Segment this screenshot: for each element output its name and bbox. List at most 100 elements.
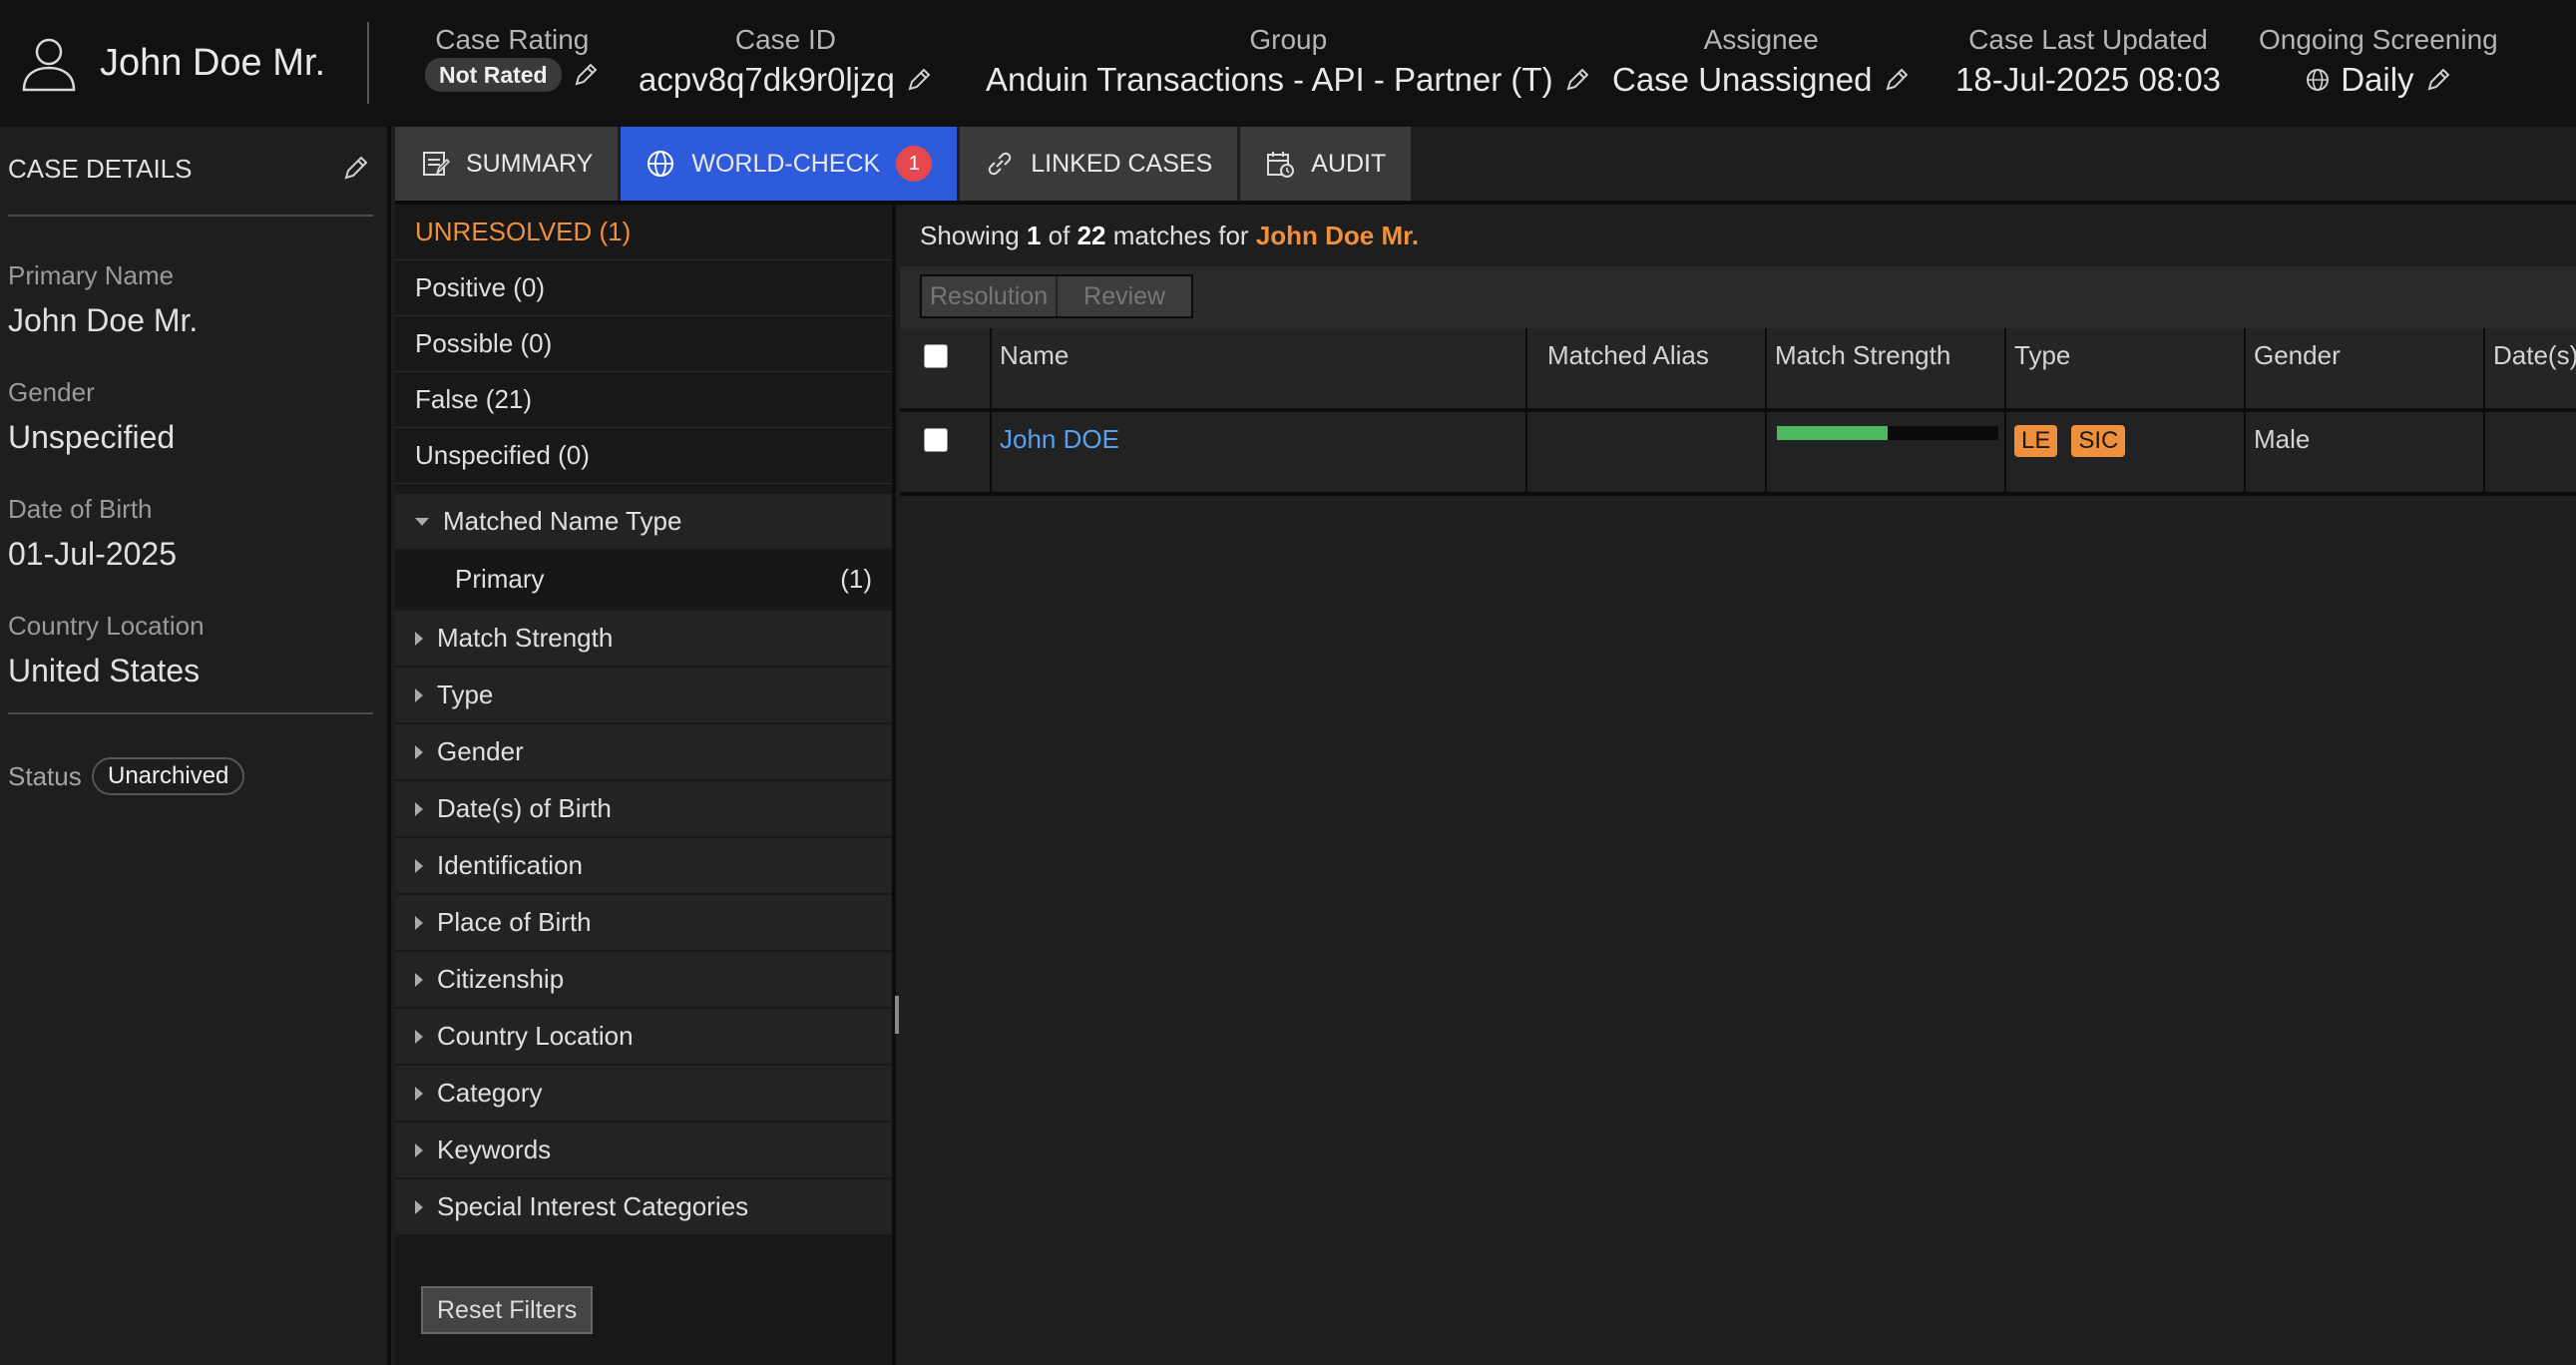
- results-summary: Showing 1 of 22 matches for John Doe Mr.: [920, 221, 1419, 251]
- group: Group Anduin Transactions - API - Partne…: [986, 22, 1591, 102]
- cell-dob: [2485, 412, 2576, 492]
- filter-group-special-interest[interactable]: Special Interest Categories: [395, 1179, 892, 1236]
- tab-summary[interactable]: SUMMARY: [395, 127, 619, 201]
- filter-group-citizenship[interactable]: Citizenship: [395, 952, 892, 1009]
- match-strength-fill: [1777, 426, 1888, 440]
- filter-group-dob[interactable]: Date(s) of Birth: [395, 781, 892, 838]
- filter-group-label: Identification: [437, 850, 583, 880]
- country-label: Country Location: [8, 611, 205, 641]
- resolution-button[interactable]: Resolution: [922, 276, 1057, 316]
- unresolved-count-badge: 1: [896, 146, 933, 182]
- filter-group-label: Keywords: [437, 1135, 552, 1164]
- cell-match-strength: [1767, 412, 2006, 492]
- assignee: Assignee Case Unassigned: [1612, 22, 1911, 102]
- filter-option-primary[interactable]: Primary (1): [395, 551, 892, 607]
- cell-type: LE SIC: [2006, 412, 2246, 492]
- filter-status-unresolved[interactable]: UNRESOLVED (1): [395, 205, 892, 260]
- pencil-icon[interactable]: [2424, 66, 2452, 94]
- filter-group-label: Gender: [437, 736, 524, 766]
- filter-status-positive[interactable]: Positive (0): [395, 260, 892, 316]
- subject-name: John Doe Mr.: [100, 41, 325, 84]
- tab-linked-cases-label: LINKED CASES: [1031, 149, 1213, 178]
- globe-icon: [2307, 69, 2330, 91]
- screening-label: Ongoing Screening: [2259, 24, 2498, 55]
- column-name[interactable]: Name: [992, 328, 1527, 408]
- filter-group-place-of-birth[interactable]: Place of Birth: [395, 895, 892, 952]
- cell-matched-alias: [1527, 412, 1767, 492]
- case-rating: Case Rating Not Rated: [425, 22, 600, 92]
- pencil-icon[interactable]: [1563, 66, 1591, 94]
- filter-status-false[interactable]: False (21): [395, 372, 892, 428]
- filter-group-label: Citizenship: [437, 964, 565, 994]
- filter-status-possible[interactable]: Possible (0): [395, 316, 892, 372]
- case-rating-label: Case Rating: [435, 24, 590, 55]
- divider: [8, 215, 373, 217]
- review-button[interactable]: Review: [1056, 276, 1192, 316]
- filter-option-label: Primary: [455, 563, 545, 594]
- column-dob[interactable]: Date(s): [2485, 328, 2576, 408]
- chevron-right-icon: [415, 801, 423, 816]
- chevron-down-icon: [415, 517, 429, 526]
- person-icon: [22, 38, 76, 92]
- pencil-icon[interactable]: [572, 61, 600, 89]
- status-label: Status: [8, 761, 82, 791]
- chevron-right-icon: [415, 972, 423, 987]
- case-subject: John Doe Mr.: [18, 32, 325, 94]
- tab-world-check[interactable]: WORLD-CHECK 1: [621, 127, 958, 201]
- filter-option-count: (1): [840, 563, 872, 594]
- filter-status-unspecified[interactable]: Unspecified (0): [395, 428, 892, 484]
- primary-name-value: John Doe Mr.: [8, 302, 199, 338]
- filter-group-label: Type: [437, 680, 494, 709]
- chevron-right-icon: [415, 1199, 423, 1214]
- filter-group-match-strength[interactable]: Match Strength: [395, 611, 892, 668]
- column-match-strength[interactable]: Match Strength: [1767, 328, 2006, 408]
- table-header: Name Matched Alias Match Strength Type G…: [900, 328, 2576, 412]
- tab-audit-label: AUDIT: [1311, 149, 1387, 178]
- match-strength-bar: [1777, 426, 1998, 440]
- row-checkbox[interactable]: [924, 428, 948, 452]
- gender-value: Unspecified: [8, 419, 176, 455]
- column-matched-alias[interactable]: Matched Alias: [1527, 328, 1767, 408]
- filter-group-country-location[interactable]: Country Location: [395, 1009, 892, 1066]
- case-last-updated: Case Last Updated 18-Jul-2025 08:03: [1955, 22, 2221, 102]
- filter-group-identification[interactable]: Identification: [395, 838, 892, 895]
- select-all-checkbox[interactable]: [924, 344, 948, 368]
- filter-group-gender[interactable]: Gender: [395, 724, 892, 781]
- dob-label: Date of Birth: [8, 494, 153, 524]
- audit-icon: [1267, 152, 1295, 178]
- country-value: United States: [8, 653, 201, 688]
- filter-group-label: Place of Birth: [437, 907, 592, 937]
- summary-total: 22: [1076, 221, 1106, 250]
- reset-filters-button[interactable]: Reset Filters: [421, 1286, 594, 1334]
- panel-resize-handle[interactable]: [895, 996, 899, 1034]
- filter-group-type[interactable]: Type: [395, 668, 892, 724]
- filter-group-label: Category: [437, 1078, 543, 1108]
- divider: [8, 712, 373, 714]
- type-tag-le: LE: [2014, 425, 2058, 457]
- cell-gender: Male: [2246, 412, 2485, 492]
- assignee-value: Case Unassigned: [1612, 61, 1873, 98]
- column-type[interactable]: Type: [2006, 328, 2246, 408]
- tab-linked-cases[interactable]: LINKED CASES: [960, 127, 1238, 201]
- summary-text: matches for: [1112, 221, 1249, 250]
- table-row[interactable]: John DOE LE SIC Male: [900, 412, 2576, 496]
- column-gender[interactable]: Gender: [2246, 328, 2485, 408]
- pencil-icon[interactable]: [1883, 66, 1911, 94]
- filter-group-category[interactable]: Category: [395, 1066, 892, 1123]
- summary-text: of: [1048, 221, 1071, 250]
- match-name-link[interactable]: John DOE: [1000, 424, 1119, 454]
- globe-icon: [647, 151, 674, 177]
- summary-current: 1: [1026, 221, 1042, 250]
- filter-panel: UNRESOLVED (1) Positive (0) Possible (0)…: [395, 205, 896, 1365]
- pencil-icon[interactable]: [905, 66, 933, 94]
- primary-name-label: Primary Name: [8, 260, 175, 290]
- filter-group-matched-name-type[interactable]: Matched Name Type: [395, 494, 892, 551]
- chevron-right-icon: [415, 687, 423, 702]
- filter-group-label: Date(s) of Birth: [437, 793, 612, 823]
- case-id-value: acpv8q7dk9r0ljzq: [639, 61, 895, 98]
- filter-group-keywords[interactable]: Keywords: [395, 1123, 892, 1179]
- tab-audit[interactable]: AUDIT: [1240, 127, 1412, 201]
- last-updated-label: Case Last Updated: [1968, 24, 2208, 55]
- screening-value: Daily: [2341, 61, 2414, 98]
- pencil-icon[interactable]: [341, 153, 371, 183]
